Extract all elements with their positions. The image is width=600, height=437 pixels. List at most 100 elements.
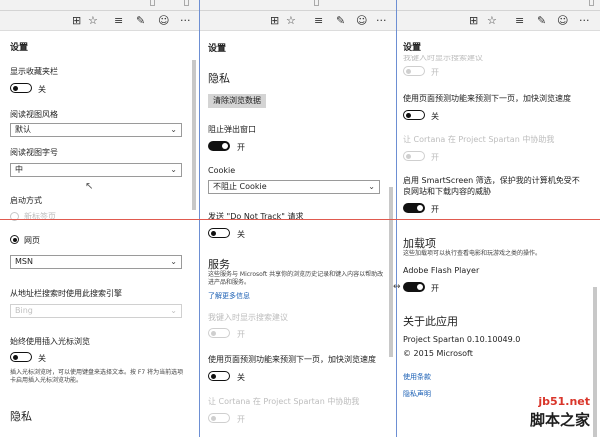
reading-font-value: 中: [15, 165, 23, 174]
chevron-down-icon: ⌄: [170, 306, 177, 315]
web-note-icon[interactable]: ✎: [336, 14, 345, 28]
window-titlebar: [200, 0, 396, 11]
caret-browsing-state: 关: [38, 354, 46, 363]
smiley-feedback-icon[interactable]: ☺: [356, 14, 367, 28]
terms-link[interactable]: 使用条款: [403, 372, 431, 382]
flash-label: Adobe Flash Player: [403, 266, 480, 275]
cortana-state: 开: [431, 153, 439, 162]
reading-font-label: 阅读视图字号: [10, 148, 58, 157]
reading-view-icon[interactable]: ⊞: [72, 14, 81, 28]
browser-toolbar: ⊞ ☆ ≡ ✎ ☺ ···: [0, 11, 199, 31]
scrollbar-thumb[interactable]: [389, 187, 393, 357]
more-icon[interactable]: ···: [180, 14, 191, 28]
privacy-heading: 隐私: [208, 72, 230, 85]
search-engine-select[interactable]: Bing ⌄: [10, 304, 182, 318]
more-icon[interactable]: ···: [376, 14, 387, 28]
learn-more-link[interactable]: 了解更多信息: [208, 291, 250, 301]
watermark: jb51.net 脚本之家: [492, 395, 592, 433]
startup-webpage-label: 网页: [24, 236, 40, 245]
chevron-down-icon: ⌄: [170, 257, 177, 266]
cookie-value: 不阻止 Cookie: [213, 182, 267, 191]
reading-style-select[interactable]: 默认 ⌄: [10, 123, 182, 137]
clear-browsing-data-button[interactable]: 清除浏览数据: [208, 94, 266, 108]
hub-icon[interactable]: ≡: [515, 14, 524, 28]
search-suggestions-toggle[interactable]: [208, 328, 230, 338]
flash-toggle[interactable]: [403, 282, 425, 292]
scrollbar[interactable]: [192, 32, 196, 437]
copyright: © 2015 Microsoft: [403, 349, 473, 358]
addons-heading: 加载项: [403, 237, 436, 250]
chevron-down-icon: ⌄: [170, 125, 177, 134]
mouse-cursor-icon: ↖: [85, 181, 94, 192]
search-suggestions-state: 开: [431, 68, 439, 77]
smiley-feedback-icon[interactable]: ☺: [557, 14, 568, 28]
page-prediction-state: 关: [237, 373, 245, 382]
watermark-site: jb51.net: [538, 395, 590, 408]
search-engine-label: 从地址栏搜索时使用此搜索引擎: [10, 289, 122, 298]
startup-label: 启动方式: [10, 196, 42, 205]
favorites-star-icon[interactable]: ☆: [286, 14, 296, 28]
window-titlebar: [0, 0, 199, 11]
startup-webpage-radio[interactable]: [10, 235, 19, 244]
page-prediction-label: 使用页面预测功能来预测下一页，加快浏览速度: [403, 94, 571, 103]
scrollbar-thumb[interactable]: [593, 287, 597, 437]
favorites-bar-label: 显示收藏夹栏: [10, 67, 58, 76]
favorites-bar-toggle[interactable]: [10, 83, 32, 93]
red-guide-line: [0, 219, 600, 220]
services-heading: 服务: [208, 258, 230, 271]
block-popups-toggle[interactable]: [208, 141, 230, 151]
reading-view-icon[interactable]: ⊞: [270, 14, 279, 28]
web-note-icon[interactable]: ✎: [136, 14, 145, 28]
search-suggestions-state: 开: [237, 330, 245, 339]
tab-stub: [150, 0, 155, 6]
hub-icon[interactable]: ≡: [314, 14, 323, 28]
do-not-track-state: 关: [237, 230, 245, 239]
settings-header: 设置: [208, 44, 227, 54]
cortana-label: 让 Cortana 在 Project Spartan 中协助我: [403, 135, 555, 144]
caret-browsing-toggle[interactable]: [10, 352, 32, 362]
web-note-icon[interactable]: ✎: [537, 14, 546, 28]
favorites-star-icon[interactable]: ☆: [88, 14, 98, 28]
favorites-bar-state: 关: [38, 85, 46, 94]
window-titlebar: [397, 0, 600, 11]
watermark-name: 脚本之家: [529, 411, 590, 429]
scrollbar-thumb[interactable]: [192, 60, 196, 210]
settings-header: 设置: [10, 43, 29, 53]
reading-font-select[interactable]: 中 ⌄: [10, 163, 182, 177]
cookie-label: Cookie: [208, 166, 236, 175]
block-popups-label: 阻止弹出窗口: [208, 125, 256, 134]
chevron-down-icon: ⌄: [170, 165, 177, 174]
block-popups-state: 开: [237, 143, 245, 152]
browser-toolbar: ⊞ ☆ ≡ ✎ ☺ ···: [397, 11, 600, 31]
scrollbar[interactable]: [593, 32, 597, 437]
privacy-link[interactable]: 隐私声明: [403, 389, 431, 399]
chevron-down-icon: ⌄: [368, 182, 375, 191]
favorites-star-icon[interactable]: ☆: [487, 14, 497, 28]
do-not-track-toggle[interactable]: [208, 228, 230, 238]
search-engine-value: Bing: [15, 306, 33, 315]
page-prediction-toggle[interactable]: [208, 371, 230, 381]
page-prediction-toggle[interactable]: [403, 110, 425, 120]
reading-style-value: 默认: [15, 125, 31, 134]
about-heading: 关于此应用: [403, 315, 458, 328]
smartscreen-label: 启用 SmartScreen 筛选，保护我的计算机免受不良网站和下载内容的威胁: [403, 176, 580, 196]
smiley-feedback-icon[interactable]: ☺: [158, 14, 169, 28]
tab-stub: [589, 0, 594, 6]
startup-page-select[interactable]: MSN ⌄: [10, 255, 182, 269]
hub-icon[interactable]: ≡: [114, 14, 123, 28]
caret-browsing-desc: 插入光标浏览时，可以使用键盘来选择文本。按 F7 将为当前选项卡启用插入光标浏览…: [10, 369, 184, 384]
cortana-toggle[interactable]: [208, 413, 230, 423]
reading-view-icon[interactable]: ⊞: [469, 14, 478, 28]
scrollbar[interactable]: [389, 32, 393, 437]
smartscreen-state: 开: [431, 205, 439, 214]
search-suggestions-toggle[interactable]: [403, 66, 425, 76]
reading-style-label: 阅读视图风格: [10, 110, 58, 119]
cortana-label: 让 Cortana 在 Project Spartan 中协助我: [208, 397, 360, 406]
cortana-state: 开: [237, 415, 245, 424]
startup-page-value: MSN: [15, 257, 33, 266]
more-icon[interactable]: ···: [579, 14, 590, 28]
resize-cursor-icon: ↔: [393, 282, 401, 292]
cortana-toggle[interactable]: [403, 151, 425, 161]
cookie-select[interactable]: 不阻止 Cookie ⌄: [208, 180, 380, 194]
smartscreen-toggle[interactable]: [403, 203, 425, 213]
